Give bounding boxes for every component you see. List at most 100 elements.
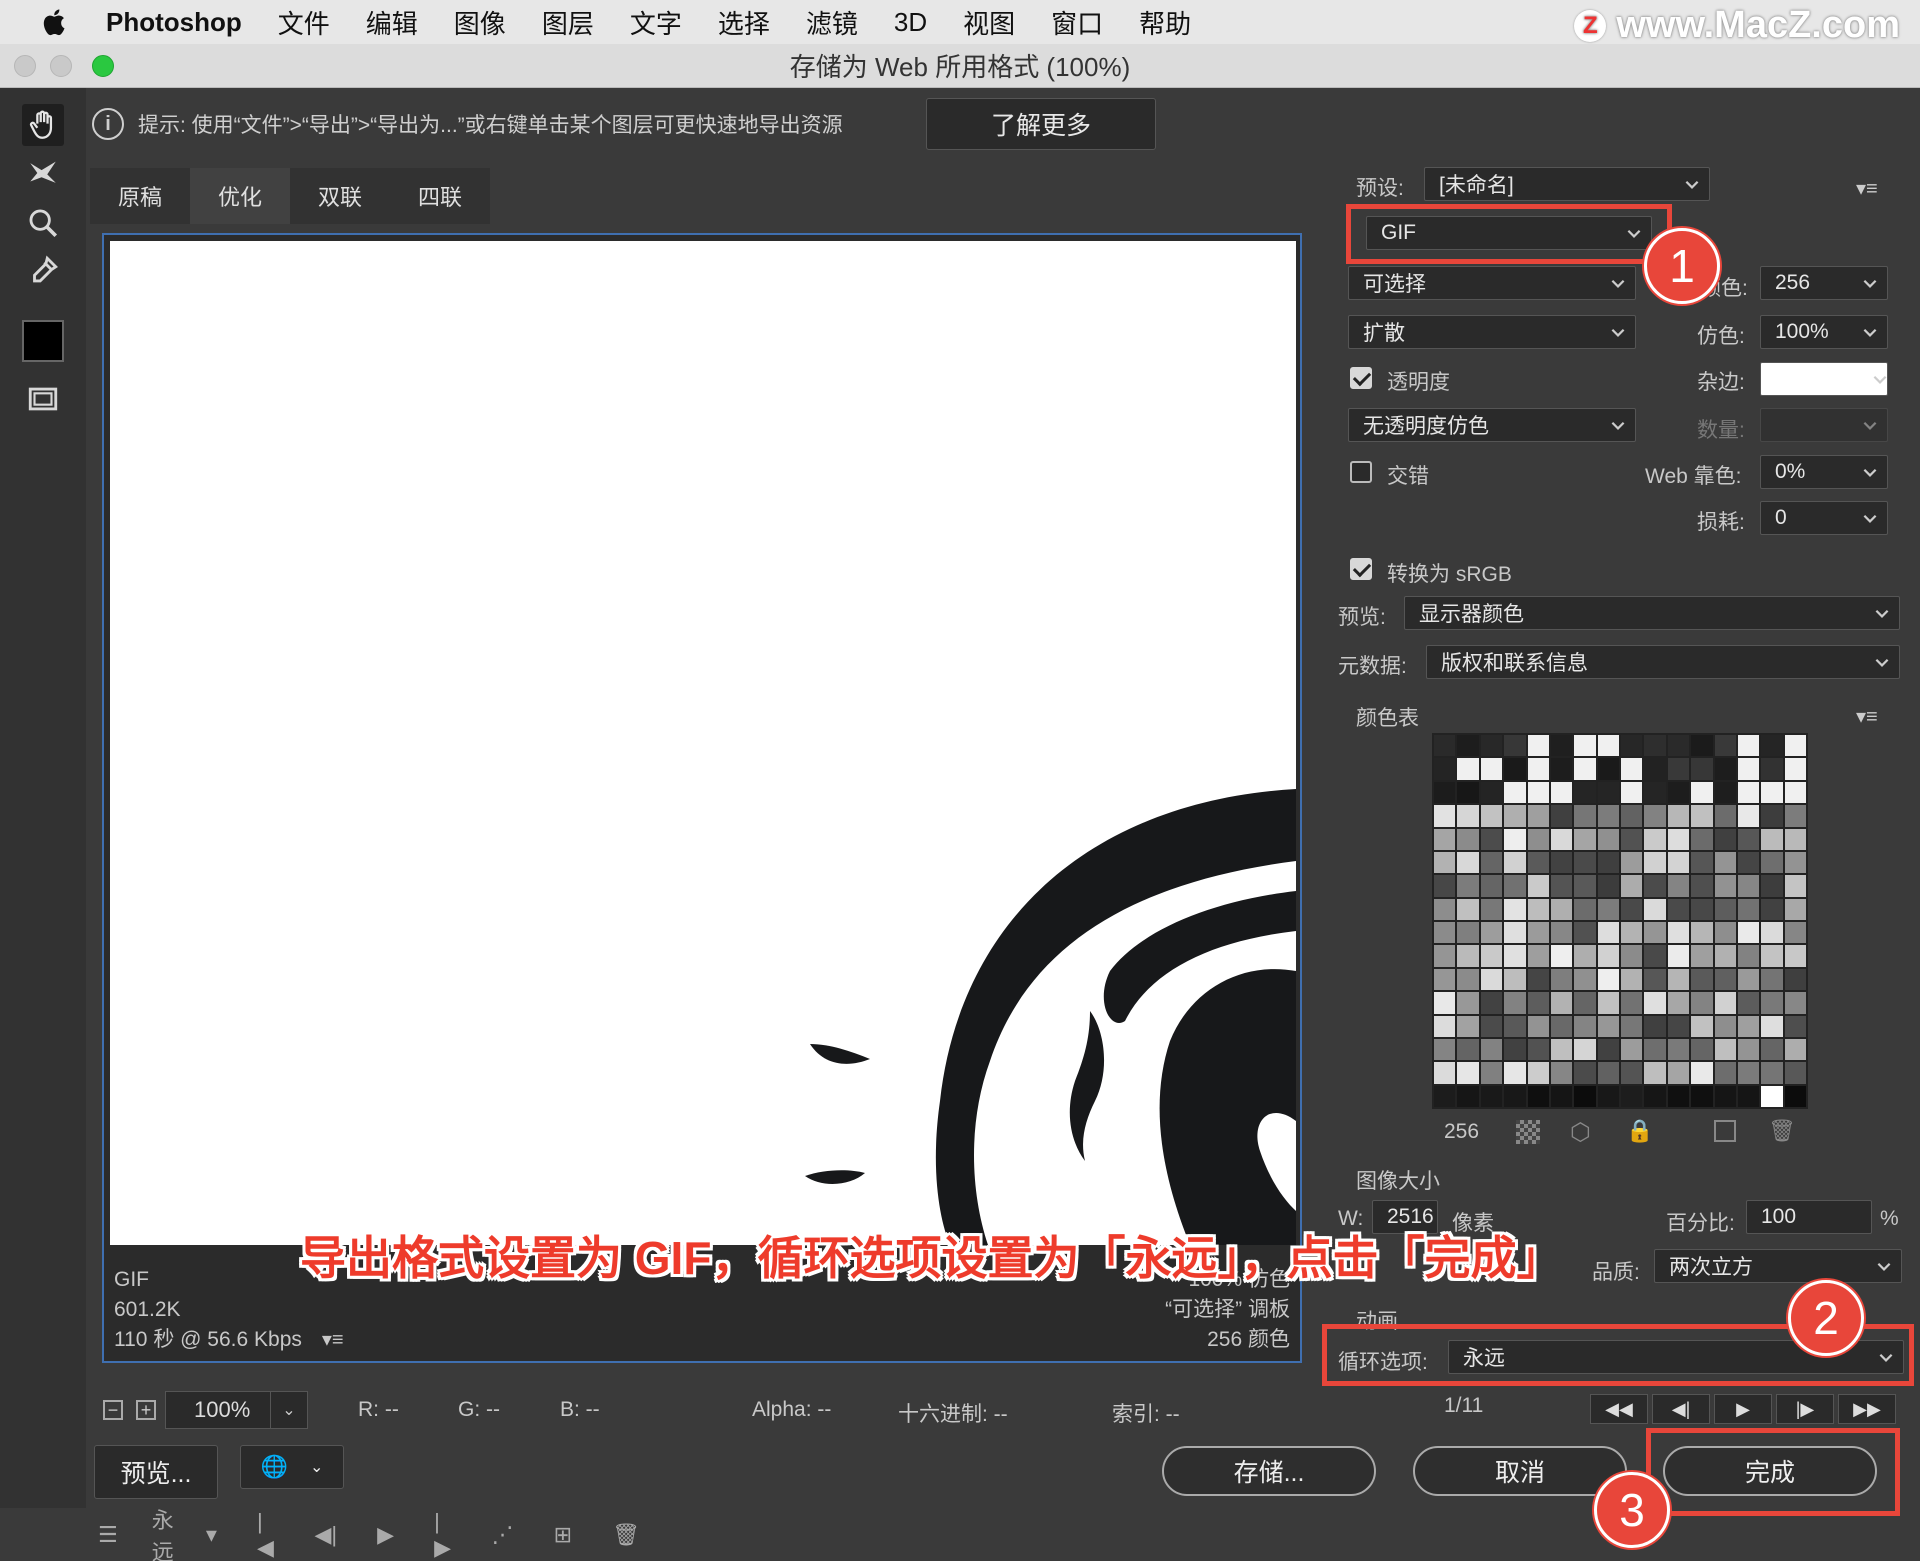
optimize-menu-icon[interactable]: ▾≡ [1856,176,1878,201]
color-swatch[interactable] [1504,1062,1526,1084]
color-swatch[interactable] [1621,781,1643,804]
matte-select[interactable] [1760,362,1888,396]
color-swatch[interactable] [1761,968,1783,991]
color-swatch[interactable] [1574,922,1596,944]
color-swatch[interactable] [1550,922,1573,944]
color-swatch[interactable] [1691,1038,1713,1061]
color-swatch[interactable] [1621,1038,1643,1061]
timeline-loop-dropdown-icon[interactable]: ▾ [206,1522,217,1548]
color-swatch[interactable] [1667,968,1690,991]
toggle-slices-icon[interactable] [22,378,64,420]
lock-color-icon[interactable]: 🔒 [1626,1118,1653,1144]
color-swatch[interactable] [1480,805,1503,827]
color-swatch[interactable] [1597,1085,1619,1107]
color-swatch[interactable] [1480,851,1503,874]
menu-select[interactable]: 选择 [718,4,770,41]
color-swatch[interactable] [1737,828,1760,850]
color-swatch[interactable] [1667,1038,1690,1061]
color-swatch[interactable] [1504,968,1526,991]
color-swatch[interactable] [1550,758,1573,780]
color-swatch[interactable] [1597,758,1619,780]
color-swatch[interactable] [1667,875,1690,897]
color-swatch[interactable] [1737,1038,1760,1061]
color-swatch[interactable] [1691,922,1713,944]
color-swatch[interactable] [1644,968,1666,991]
color-swatch[interactable] [1574,1062,1596,1084]
color-swatch[interactable] [1761,1015,1783,1037]
color-swatch[interactable] [1691,781,1713,804]
color-swatch[interactable] [1644,898,1666,920]
color-swatch[interactable] [1691,1015,1713,1037]
color-swatch[interactable] [1550,1015,1573,1037]
color-swatch[interactable] [1434,851,1456,874]
color-swatch[interactable] [1714,922,1736,944]
color-swatch[interactable] [1691,875,1713,897]
color-swatch[interactable] [1784,1062,1806,1084]
color-swatch[interactable] [1574,851,1596,874]
color-swatch[interactable] [1504,898,1526,920]
color-swatch[interactable] [1644,1015,1666,1037]
color-swatch[interactable] [1784,781,1806,804]
color-swatch[interactable] [1434,875,1456,897]
color-swatch[interactable] [1527,1062,1549,1084]
color-swatch[interactable] [1457,781,1479,804]
color-swatch[interactable] [1550,968,1573,991]
hand-tool-icon[interactable] [22,104,64,146]
color-swatch[interactable] [1504,992,1526,1014]
color-swatch[interactable] [1457,945,1479,967]
color-swatch[interactable] [1480,898,1503,920]
color-swatch[interactable] [1737,805,1760,827]
color-swatch[interactable] [1667,898,1690,920]
color-swatch[interactable] [1644,828,1666,850]
color-swatch[interactable] [1480,1038,1503,1061]
color-swatch[interactable] [1644,781,1666,804]
timeline-next-icon[interactable]: |▶ [434,1509,452,1561]
color-swatch[interactable] [1644,735,1666,757]
color-swatch[interactable] [1457,875,1479,897]
color-swatch[interactable] [1457,1038,1479,1061]
color-swatch[interactable] [1667,735,1690,757]
preview-browser-button[interactable]: 预览... [94,1445,218,1499]
color-swatch[interactable] [1784,992,1806,1014]
color-swatch[interactable] [1504,1085,1526,1107]
color-swatch[interactable] [1621,1085,1643,1107]
color-swatch[interactable] [1667,851,1690,874]
color-swatch[interactable] [1761,828,1783,850]
color-swatch[interactable] [1527,1015,1549,1037]
color-swatch[interactable] [1667,992,1690,1014]
menu-type[interactable]: 文字 [630,4,682,41]
color-swatch[interactable] [1480,968,1503,991]
color-swatch[interactable] [1504,1038,1526,1061]
color-swatch[interactable] [1691,851,1713,874]
color-swatch[interactable] [1480,945,1503,967]
menu-image[interactable]: 图像 [454,4,506,41]
color-swatch[interactable] [1480,758,1503,780]
color-swatch[interactable] [1691,735,1713,757]
color-swatch[interactable] [1737,968,1760,991]
color-swatch[interactable] [1574,828,1596,850]
color-swatch[interactable] [1737,851,1760,874]
color-swatch[interactable] [1504,805,1526,827]
color-swatch[interactable] [1761,805,1783,827]
color-swatch[interactable] [1434,1085,1456,1107]
color-swatch[interactable] [1737,1062,1760,1084]
menu-window[interactable]: 窗口 [1051,4,1103,41]
color-swatch[interactable] [1457,735,1479,757]
color-swatch[interactable] [1714,898,1736,920]
color-swatch[interactable] [1574,1038,1596,1061]
color-swatch[interactable] [1714,1085,1736,1107]
color-swatch[interactable] [1550,992,1573,1014]
color-swatch[interactable] [1784,758,1806,780]
dither-algorithm-select[interactable]: 扩散 [1348,315,1636,349]
color-swatch[interactable] [1761,1038,1783,1061]
color-swatch[interactable] [1667,1062,1690,1084]
color-swatch[interactable] [1644,875,1666,897]
color-swatch[interactable] [1504,945,1526,967]
color-swatch[interactable] [1714,1015,1736,1037]
color-swatch[interactable] [1714,735,1736,757]
menu-filter[interactable]: 滤镜 [806,4,858,41]
color-swatch[interactable] [1714,781,1736,804]
color-swatch[interactable] [1714,805,1736,827]
color-swatch[interactable] [1667,781,1690,804]
color-swatch[interactable] [1574,968,1596,991]
